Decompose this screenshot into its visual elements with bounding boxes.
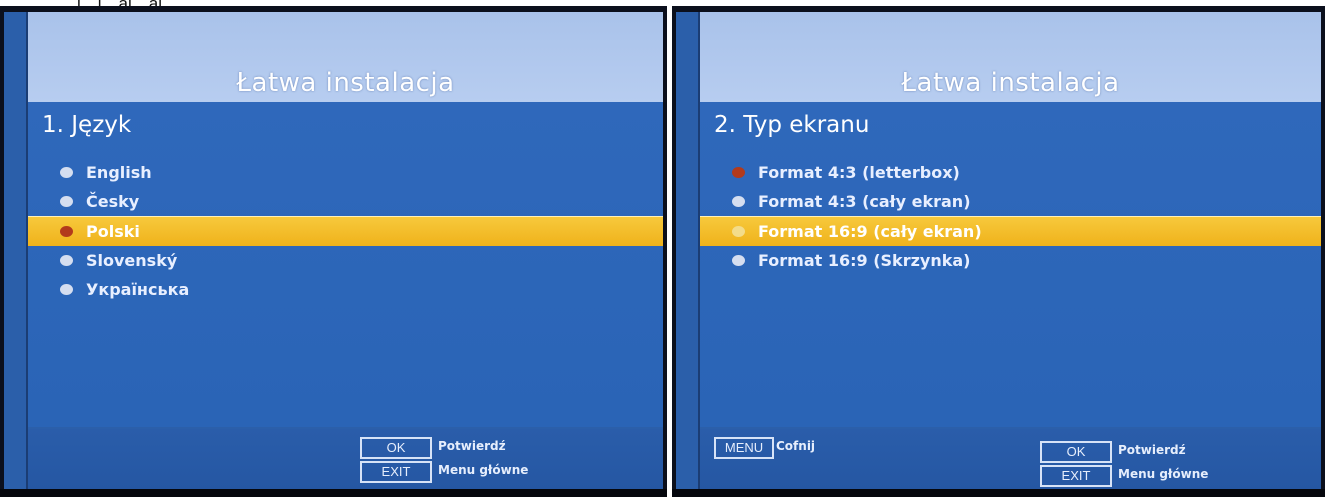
exit-key-label: Menu główne [1118, 467, 1209, 481]
option-label: Format 16:9 (cały ekran) [758, 222, 982, 241]
tv-bezel [0, 489, 667, 497]
option-label: Format 4:3 (cały ekran) [758, 192, 971, 211]
option-format-4-3-letterbox[interactable]: Format 4:3 (letterbox) [700, 158, 1321, 187]
tv-screen-language: Łatwa instalacja 1. Język English Česky … [0, 6, 667, 497]
option-label: Format 16:9 (Skrzynka) [758, 251, 971, 270]
option-label: Format 4:3 (letterbox) [758, 163, 960, 182]
menu-header: Łatwa instalacja [28, 12, 663, 102]
tv-screen-screen-type: Łatwa instalacja 2. Typ ekranu Format 4:… [672, 6, 1325, 497]
option-label: Česky [86, 192, 140, 211]
page-title: Łatwa instalacja [901, 68, 1120, 98]
radio-dot-active-icon [732, 167, 745, 178]
option-polski[interactable]: Polski [28, 216, 663, 246]
section-title: 2. Typ ekranu [714, 112, 870, 138]
option-label: Українська [86, 280, 190, 299]
menu-panel: Łatwa instalacja 1. Język English Česky … [4, 12, 663, 489]
option-format-16-9-box[interactable]: Format 16:9 (Skrzynka) [700, 246, 1321, 275]
frame-left-strip [676, 12, 700, 489]
page-title: Łatwa instalacja [236, 68, 455, 98]
ok-key-label: Potwierdź [438, 439, 506, 453]
radio-dot-selected-icon [60, 226, 73, 237]
option-label: Polski [86, 222, 140, 241]
frame-left-strip [4, 12, 28, 489]
menu-key-button[interactable]: MENU [714, 437, 774, 459]
radio-dot-icon [732, 196, 745, 207]
menu-footer: OK Potwierdź EXIT Menu główne [28, 427, 663, 489]
ok-key-label: Potwierdź [1118, 443, 1186, 457]
option-cesky[interactable]: Česky [28, 187, 663, 216]
option-slovensky[interactable]: Slovenský [28, 246, 663, 275]
option-label: English [86, 163, 152, 182]
radio-dot-icon [60, 167, 73, 178]
radio-dot-icon [60, 255, 73, 266]
menu-header: Łatwa instalacja [700, 12, 1321, 102]
menu-key-label: Cofnij [776, 439, 816, 453]
option-format-4-3-full[interactable]: Format 4:3 (cały ekran) [700, 187, 1321, 216]
option-english[interactable]: English [28, 158, 663, 187]
language-options: English Česky Polski Slovenský Українськ… [28, 158, 663, 304]
radio-dot-icon [732, 255, 745, 266]
tv-bezel [672, 489, 1325, 497]
ok-key-button[interactable]: OK [360, 437, 432, 459]
radio-dot-icon [732, 226, 745, 237]
screen-type-options: Format 4:3 (letterbox) Format 4:3 (cały … [700, 158, 1321, 275]
option-ukrainska[interactable]: Українська [28, 275, 663, 304]
exit-key-button[interactable]: EXIT [1040, 465, 1112, 487]
exit-key-label: Menu główne [438, 463, 529, 477]
menu-panel: Łatwa instalacja 2. Typ ekranu Format 4:… [676, 12, 1321, 489]
menu-footer: MENU Cofnij OK Potwierdź EXIT Menu główn… [700, 427, 1321, 489]
section-title: 1. Język [42, 112, 132, 138]
menu-content: 1. Język English Česky Polski Slovenský [28, 102, 663, 429]
ok-key-button[interactable]: OK [1040, 441, 1112, 463]
radio-dot-icon [60, 196, 73, 207]
option-format-16-9-full[interactable]: Format 16:9 (cały ekran) [700, 216, 1321, 246]
menu-content: 2. Typ ekranu Format 4:3 (letterbox) For… [700, 102, 1321, 429]
radio-dot-icon [60, 284, 73, 295]
exit-key-button[interactable]: EXIT [360, 461, 432, 483]
option-label: Slovenský [86, 251, 178, 270]
